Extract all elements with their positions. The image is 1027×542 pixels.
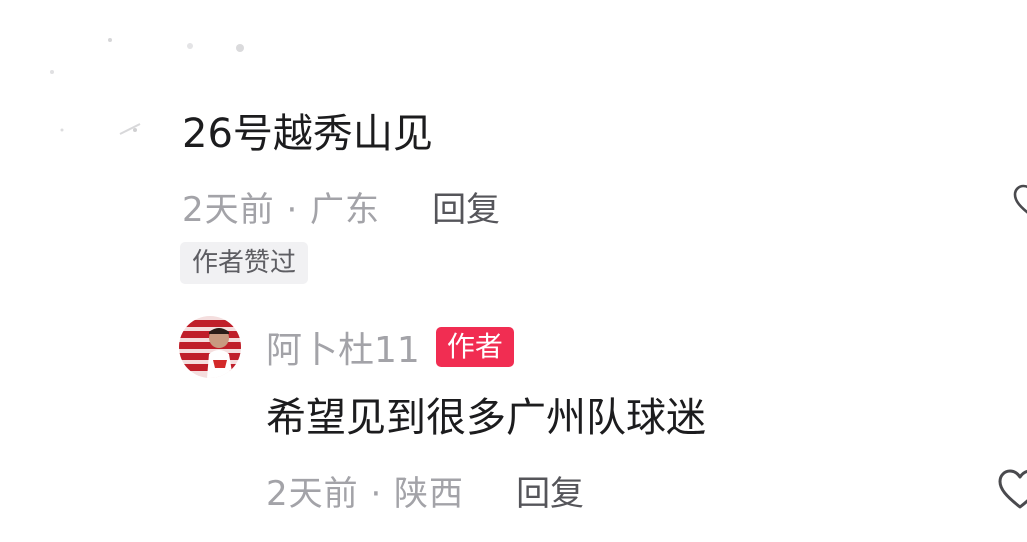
reply-text: 希望见到很多广州队球迷 [266,395,706,441]
heart-outline-icon[interactable] [996,466,1027,514]
reply-username[interactable]: 阿卜杜11 [266,321,420,373]
comment-text: 26号越秀山见 [182,111,433,157]
comment-time-location: 2天前 · 广东 [182,189,381,230]
comment-thread: 26号越秀山见 2天前 · 广东 回复 作者赞过 阿卜杜11 作者 希望见到很多… [0,0,1027,542]
author-liked-badge: 作者赞过 [180,242,309,284]
comment-meta-row: 2天前 · 广东 回复 [182,182,500,230]
heart-outline-icon[interactable] [1012,182,1027,222]
reply-time-location: 2天前 · 陕西 [266,473,465,514]
author-tag: 作者 [435,327,514,367]
reply-header: 阿卜杜11 作者 [266,322,514,372]
reply-reply-button[interactable]: 回复 [516,466,584,515]
reply-meta-row: 2天前 · 陕西 回复 [266,466,584,514]
user-avatar[interactable] [179,316,241,378]
comment-reply-button[interactable]: 回复 [432,182,500,231]
